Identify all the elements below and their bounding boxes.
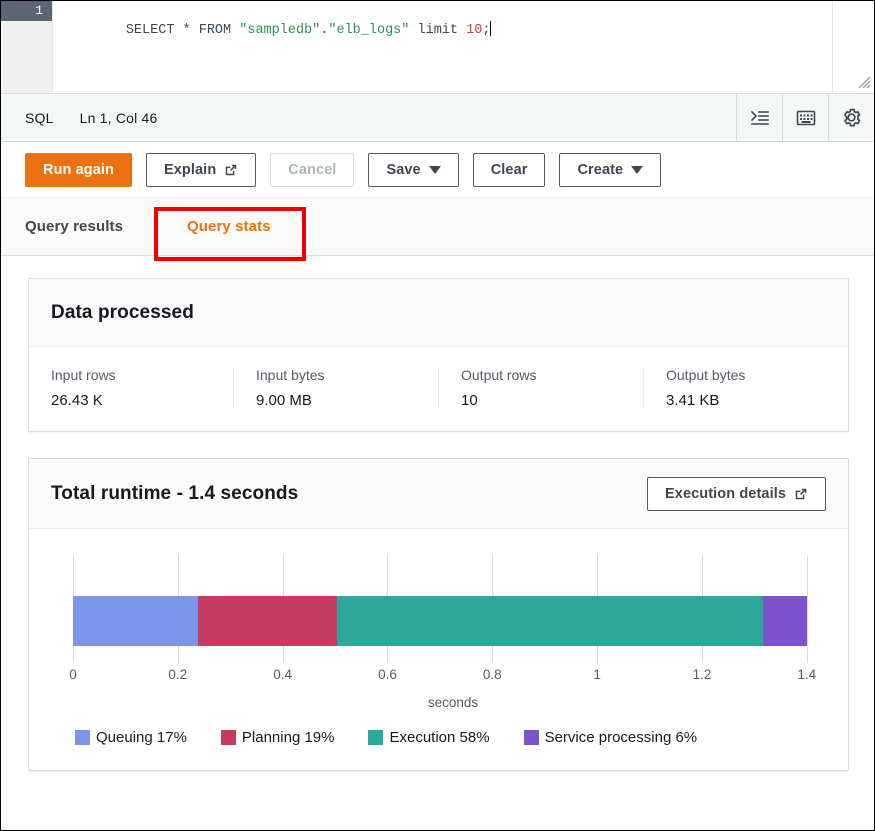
metric-value: 10: [461, 392, 621, 409]
x-axis-tick-label: 1.4: [797, 667, 816, 682]
settings-gear-icon-button[interactable]: [828, 94, 874, 141]
external-link-icon: [224, 163, 238, 177]
legend-swatch: [368, 730, 383, 745]
total-runtime-title: Total runtime - 1.4 seconds: [51, 483, 298, 505]
metric-value: 3.41 KB: [666, 392, 826, 409]
code-area[interactable]: SELECT * FROM "sampledb"."elb_logs" limi…: [53, 1, 874, 93]
create-button[interactable]: Create: [559, 153, 661, 187]
clear-label: Clear: [491, 162, 528, 178]
tab-query-stats[interactable]: Query stats: [157, 218, 301, 235]
chart-gridline: [807, 555, 808, 663]
code-token-string: "sampledb": [239, 23, 320, 38]
code-token-plain: [458, 23, 466, 38]
bar-segment-execution[interactable]: [337, 596, 763, 646]
metric-label: Input bytes: [256, 367, 416, 383]
results-tabs: Query results Query stats: [1, 198, 874, 256]
run-again-button[interactable]: Run again: [25, 153, 132, 187]
metric-input-bytes: Input bytes 9.00 MB: [234, 367, 439, 409]
legend-item-execution[interactable]: Execution 58%: [368, 729, 489, 746]
explain-button[interactable]: Explain: [146, 153, 256, 187]
legend-item-planning[interactable]: Planning 19%: [221, 729, 335, 746]
cursor-position-label: Ln 1, Col 46: [80, 110, 158, 126]
create-label: Create: [577, 162, 623, 178]
legend-item-queuing[interactable]: Queuing 17%: [75, 729, 187, 746]
x-axis-tick-label: 0.2: [168, 667, 187, 682]
metric-label: Input rows: [51, 367, 211, 383]
metric-value: 9.00 MB: [256, 392, 416, 409]
x-axis-tick-label: 1.2: [693, 667, 712, 682]
editor-status-bar: SQL Ln 1, Col 46: [1, 94, 874, 142]
keyboard-shortcuts-icon-button[interactable]: [782, 94, 828, 141]
save-button[interactable]: Save: [368, 153, 458, 187]
data-processed-header: Data processed: [29, 279, 848, 347]
execution-details-label: Execution details: [665, 486, 786, 502]
metric-output-rows: Output rows 10: [439, 367, 644, 409]
language-label: SQL: [25, 110, 54, 126]
format-indent-icon: [750, 108, 770, 128]
clear-button[interactable]: Clear: [473, 153, 546, 187]
save-label: Save: [386, 162, 420, 178]
data-processed-title: Data processed: [51, 302, 194, 324]
chevron-down-icon: [429, 166, 441, 174]
code-token-keyword: FROM: [199, 23, 231, 38]
editor-gutter: 1: [1, 1, 53, 93]
line-number: 1: [1, 1, 52, 21]
x-axis-tick-label: 0: [69, 667, 77, 682]
execution-details-button[interactable]: Execution details: [647, 477, 826, 511]
x-axis-tick-label: 1: [593, 667, 601, 682]
x-axis-tick-label: 0.8: [483, 667, 502, 682]
metric-value: 26.43 K: [51, 392, 211, 409]
bar-segment-planning[interactable]: [198, 596, 337, 646]
cancel-button: Cancel: [270, 153, 354, 187]
metric-label: Output bytes: [666, 367, 826, 383]
code-token-string: "elb_logs": [328, 23, 409, 38]
code-token-number: 10: [466, 23, 482, 38]
total-runtime-header: Total runtime - 1.4 seconds Execution de…: [29, 459, 848, 529]
keyboard-icon: [796, 109, 816, 127]
code-token-keyword: SELECT: [126, 23, 175, 38]
format-indent-icon-button[interactable]: [736, 94, 782, 141]
legend-item-service-processing[interactable]: Service processing 6%: [524, 729, 698, 746]
legend-swatch: [524, 730, 539, 745]
code-line-1[interactable]: SELECT * FROM "sampledb"."elb_logs" limi…: [53, 1, 874, 21]
athena-query-editor-panel: 1 SELECT * FROM "sampledb"."elb_logs" li…: [0, 0, 875, 831]
sql-editor[interactable]: 1 SELECT * FROM "sampledb"."elb_logs" li…: [1, 1, 874, 94]
chevron-down-icon: [631, 166, 643, 174]
legend-swatch: [75, 730, 90, 745]
data-processed-card: Data processed Input rows 26.43 K Input …: [28, 278, 849, 432]
data-processed-metrics: Input rows 26.43 K Input bytes 9.00 MB O…: [29, 347, 848, 431]
runtime-stacked-bar-chart: seconds 00.20.40.60.811.21.4: [73, 555, 833, 695]
legend-label: Queuing 17%: [96, 729, 187, 746]
tab-query-results[interactable]: Query results: [25, 218, 157, 235]
metric-input-rows: Input rows 26.43 K: [29, 367, 234, 409]
code-token-keyword: limit: [418, 23, 459, 38]
metric-label: Output rows: [461, 367, 621, 383]
code-token-plain: *: [174, 23, 198, 38]
legend-swatch: [221, 730, 236, 745]
editor-wrap-guide: [832, 1, 833, 93]
runtime-chart-body: seconds 0 0.2 0.4 0.6 0.8 1 1.2 1.4 Queuing 17%…: [29, 529, 848, 770]
external-link-icon: [794, 487, 808, 501]
code-token-plain: ;: [482, 23, 490, 38]
query-stats-content: Data processed Input rows 26.43 K Input …: [1, 256, 874, 771]
bar-segment-service-processing[interactable]: [763, 596, 807, 646]
resize-grip-icon[interactable]: [857, 75, 871, 89]
bar-segment-queuing[interactable]: [73, 596, 198, 646]
total-runtime-card: Total runtime - 1.4 seconds Execution de…: [28, 458, 849, 771]
text-caret: [490, 21, 491, 36]
x-axis-title: seconds: [428, 695, 478, 710]
legend-label: Planning 19%: [242, 729, 335, 746]
legend-label: Service processing 6%: [545, 729, 698, 746]
gear-icon: [841, 107, 862, 128]
x-axis-tick-label: 0.4: [273, 667, 292, 682]
explain-label: Explain: [164, 162, 216, 178]
legend-label: Execution 58%: [389, 729, 489, 746]
cancel-label: Cancel: [288, 162, 336, 178]
code-token-plain: [409, 23, 417, 38]
metric-output-bytes: Output bytes 3.41 KB: [644, 367, 848, 409]
query-actions-toolbar: Run again Explain Cancel Save Clear Crea…: [1, 142, 874, 198]
x-axis-tick-label: 0.6: [378, 667, 397, 682]
run-again-label: Run again: [43, 162, 114, 178]
